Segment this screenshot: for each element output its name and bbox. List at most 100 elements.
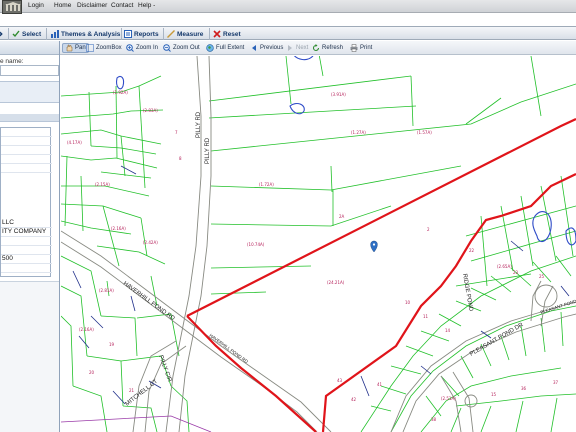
parcel-number: 42 [351, 397, 357, 402]
parcel-number: 21 [129, 388, 135, 393]
panel-footer [0, 281, 59, 432]
road-label: RIDGE POND [461, 273, 474, 312]
parcel-acreage: (1.92A) [113, 90, 128, 95]
parcel-details-table: LLC ITY COMPANY 500 [0, 127, 52, 277]
parcel-acreage: (10.74A) [247, 242, 265, 247]
zoombox-button[interactable]: ZoomBox [86, 43, 122, 53]
zoom-out-button[interactable]: Zoom Out [163, 43, 200, 53]
table-row [1, 237, 52, 246]
parcel-number: 20 [89, 370, 95, 375]
parcel-number: 25 [539, 274, 545, 279]
parcel-number: 11 [423, 314, 429, 319]
map-canvas[interactable]: PILLY RD PILLY RD HAVERHILL POND RD HAVE… [61, 56, 576, 432]
nav-home[interactable]: Home [54, 2, 71, 9]
parcel-acreage: (2.65A) [497, 264, 512, 269]
ruler-icon [167, 30, 175, 38]
themes-analysis-button[interactable]: Themes & Analysis [51, 29, 120, 39]
parcel-acreage: (1.72A) [259, 182, 274, 187]
toolbar-collapse-button[interactable] [0, 29, 4, 39]
parcel-number: 15 [491, 392, 497, 397]
parcel-number: 7 [175, 130, 178, 135]
gis-viewer-app: Login Home Disclaimer Contact Help - Sel… [0, 0, 576, 432]
owner-name-label: e name: [0, 58, 24, 65]
hand-icon [65, 44, 73, 52]
parcel-acreage: (2.16A) [79, 327, 94, 332]
parcel-number: 22 [469, 248, 475, 253]
zoom-out-icon [163, 44, 171, 52]
parcel-number: 14 [445, 328, 451, 333]
parcel-number: 10 [405, 300, 411, 305]
parcel-acreage: (2.16A) [111, 226, 126, 231]
arrow-right-icon [0, 30, 4, 38]
parcel-number: 43 [337, 378, 343, 383]
parcel-acreage: (1.57A) [417, 130, 432, 135]
logo [2, 0, 22, 14]
nav-help-menu[interactable]: Help - [138, 2, 155, 9]
results-header [0, 114, 59, 122]
road-outlines [61, 56, 576, 432]
search-options-bar [0, 81, 59, 103]
parcel-map[interactable]: PILLY RD PILLY RD HAVERHILL POND RD HAVE… [61, 56, 576, 432]
table-row [1, 246, 52, 255]
print-button[interactable]: Print [350, 43, 372, 53]
parcel-acreage: (2.42A) [143, 240, 158, 245]
parcel-number: 2 [427, 227, 430, 232]
panel-header [0, 41, 59, 55]
table-row: 500 [1, 255, 52, 264]
parcel-acreage: (2.51A) [441, 396, 456, 401]
refresh-button[interactable]: Refresh [312, 43, 343, 53]
road-label: PILLY RD [196, 111, 202, 138]
globe-icon [206, 44, 214, 52]
parcel-number: 37 [553, 380, 559, 385]
reports-button[interactable]: Reports [124, 29, 159, 39]
table-row [1, 155, 52, 164]
parcel-acreage: (2.83A) [143, 108, 158, 113]
table-row [1, 164, 52, 173]
zoom-in-button[interactable]: Zoom In [126, 43, 158, 53]
road-label: PILLY RD [205, 137, 211, 164]
parcel-number: 38 [431, 417, 437, 422]
road-label: HAVERHILL POND RD [208, 333, 249, 365]
checkmark-icon [12, 30, 20, 38]
zoom-in-icon [126, 44, 134, 52]
report-icon [124, 30, 132, 38]
parcel-acreage: (1.27A) [351, 130, 366, 135]
parcel-number: 2A [339, 214, 345, 219]
nav-disclaimer[interactable]: Disclaimer [77, 2, 107, 9]
cul-de-sac [534, 284, 558, 308]
parcel-number: 19 [109, 342, 115, 347]
parcel-acreage: (2.81A) [99, 288, 114, 293]
previous-extent-button[interactable]: Previous [250, 43, 283, 53]
parcel-acreage: (4.17A) [67, 140, 82, 145]
parcel-number: 8 [179, 156, 182, 161]
parcel-acreage: (24.21A) [327, 280, 345, 285]
parcel-acreage: (2.15A) [95, 182, 110, 187]
full-extent-button[interactable]: Full Extent [206, 43, 244, 53]
table-row [1, 146, 52, 155]
table-row [1, 264, 52, 273]
road-label: PLEASANT POND DR [540, 296, 576, 315]
zoom-box-icon [86, 44, 94, 52]
refresh-icon [312, 44, 320, 52]
table-row [1, 128, 52, 137]
selected-location-marker[interactable] [370, 240, 378, 253]
owner-name-input[interactable] [0, 65, 59, 76]
select-button[interactable]: Select [12, 29, 41, 39]
road-label: PILLY CIR [157, 355, 172, 384]
arrow-right-icon [286, 44, 294, 52]
reset-button[interactable]: Reset [213, 29, 241, 39]
parcel-number: 36 [521, 386, 527, 391]
parcel-number: 41 [377, 382, 383, 387]
close-icon [213, 30, 221, 38]
measure-button[interactable]: Measure [167, 29, 203, 39]
pan-button[interactable]: Pan [62, 43, 89, 53]
main-toolbar: Select Themes & Analysis Reports Measure… [0, 26, 576, 40]
table-row: ITY COMPANY [1, 228, 52, 237]
nav-login[interactable]: Login [28, 2, 44, 9]
table-row [1, 137, 52, 146]
nav-contact[interactable]: Contact [111, 2, 133, 9]
next-extent-button[interactable]: Next [286, 43, 308, 53]
left-info-panel: e name: LLC ITY COMPANY 500 [0, 41, 60, 432]
arrow-left-icon [250, 44, 258, 52]
printer-icon [350, 44, 358, 52]
